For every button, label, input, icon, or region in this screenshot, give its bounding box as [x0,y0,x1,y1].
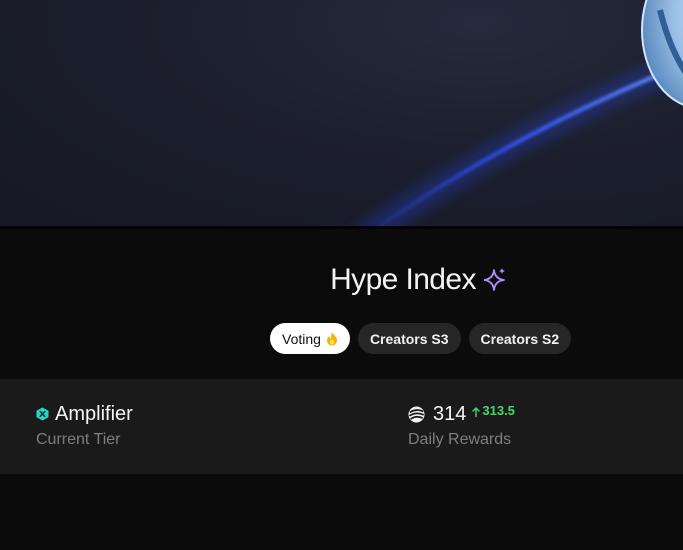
arrow-up-icon [472,405,481,418]
rewards-token-icon [408,406,425,423]
daily-rewards-stat: 314 313.5 Daily Rewards [408,401,515,449]
tab-creators-s3-label: Creators S3 [369,330,449,347]
hexagon-tier-icon [36,407,49,421]
rewards-delta-value: 313.5 [482,402,515,418]
tier-value-row: Amplifier [36,401,133,427]
page-title: Hype Index [330,263,476,296]
rewards-value-row: 314 313.5 [408,401,515,427]
tab-creators-s3[interactable]: Creators S3 [357,323,461,354]
tab-voting-label: Voting [282,330,321,347]
tab-creators-s2[interactable]: Creators S2 [468,323,572,354]
stats-strip: Amplifier Current Tier 314 313.5 Daily R… [0,379,683,474]
tab-bar: Voting Creators S3 Creators S2 [270,323,572,354]
rewards-delta: 313.5 [472,403,515,418]
title-wrap: Hype Index [330,263,506,297]
sparkle-icon [482,268,506,292]
tier-label: Current Tier [36,431,121,448]
hero-artwork [357,0,683,226]
rewards-value: 314 [433,402,467,425]
fire-icon [326,332,338,346]
tab-voting[interactable]: Voting [270,323,350,354]
tier-value: Amplifier [55,402,133,425]
current-tier-stat: Amplifier Current Tier [36,401,133,449]
title-row: Hype Index [0,258,683,302]
rewards-label: Daily Rewards [408,431,512,448]
hero-banner [0,0,683,226]
tab-creators-s2-label: Creators S2 [480,330,560,347]
hero-divider [0,226,683,229]
hype-index-page: Hype Index Voting Creators S3 Creators S… [0,0,683,550]
